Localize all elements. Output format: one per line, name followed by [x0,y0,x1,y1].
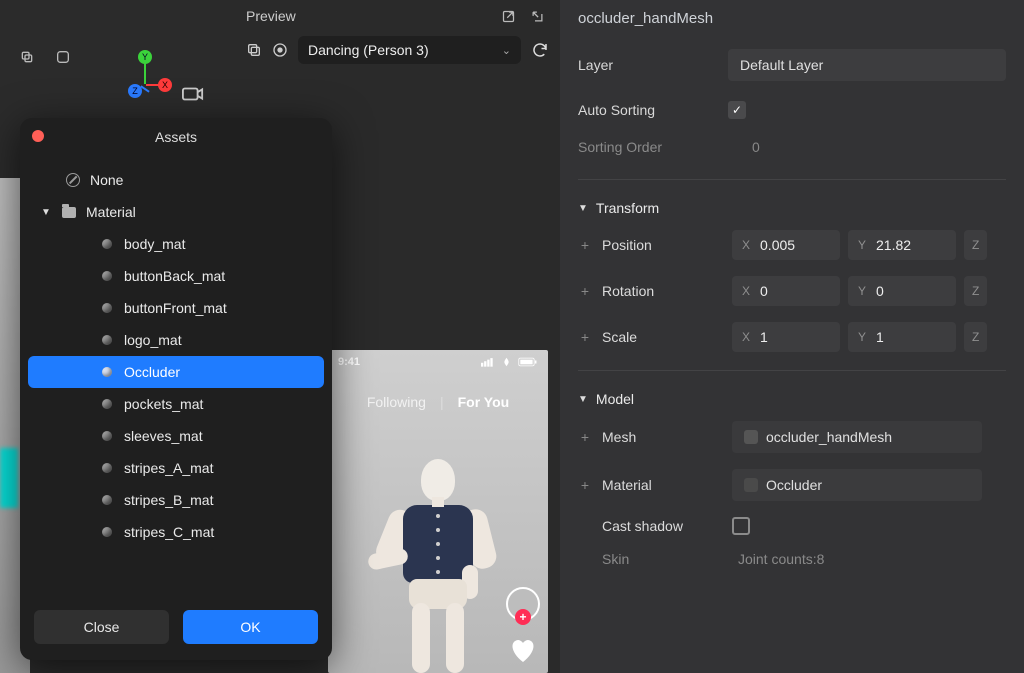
material-field[interactable]: Occluder [732,469,982,501]
assets-title: Assets [155,129,197,145]
selection-icon[interactable] [54,48,72,66]
material-label: Material [602,477,722,493]
layer-select[interactable]: Default Layer [728,49,1006,81]
mesh-label: Mesh [602,429,722,445]
material-dot-icon [100,431,114,441]
model-section-header[interactable]: ▼ Model [560,381,1024,413]
add-position-icon[interactable]: + [578,237,592,253]
popout-icon[interactable] [501,9,516,24]
mesh-icon [744,430,758,444]
assets-item-stripes_b_mat[interactable]: stripes_B_mat [20,484,332,516]
assets-item-buttonfront_mat[interactable]: buttonFront_mat [20,292,332,324]
copy-icon[interactable] [246,42,262,58]
inspector-object-name: occluder_handMesh [560,0,1024,35]
like-heart-icon[interactable] [508,635,538,665]
preview-animation-select[interactable]: Dancing (Person 3) ⌄ [298,36,521,64]
record-icon[interactable] [272,42,288,58]
assets-item-none[interactable]: None [20,164,332,196]
material-dot-icon [100,303,114,313]
assets-item-logo_mat[interactable]: logo_mat [20,324,332,356]
assets-item-buttonback_mat[interactable]: buttonBack_mat [20,260,332,292]
assets-group-material[interactable]: ▼Material [20,196,332,228]
transform-section-header[interactable]: ▼ Transform [560,190,1024,222]
cast-shadow-checkbox[interactable] [732,517,750,535]
phone-avatar[interactable]: + [506,587,540,621]
position-y-input[interactable]: Y21.82 [848,230,956,260]
assets-item-pockets_mat[interactable]: pockets_mat [20,388,332,420]
add-scale-icon[interactable]: + [578,329,592,345]
material-dot-icon [100,239,114,249]
assets-modal: Assets None▼Materialbody_matbuttonBack_m… [20,118,332,660]
assets-item-stripes_c_mat[interactable]: stripes_C_mat [20,516,332,548]
export-icon[interactable] [530,9,545,24]
caret-down-icon: ▼ [40,207,52,218]
material-dot-icon [100,399,114,409]
scale-y-input[interactable]: Y1 [848,322,956,352]
rotation-x-input[interactable]: X0 [732,276,840,306]
position-x-input[interactable]: X0.005 [732,230,840,260]
layers-icon[interactable] [18,48,36,66]
position-z-input[interactable]: Z [964,230,987,260]
phone-tab-following[interactable]: Following [367,394,426,410]
auto-sorting-label: Auto Sorting [578,102,728,118]
chevron-down-icon: ⌄ [502,44,511,57]
mesh-field[interactable]: occluder_handMesh [732,421,982,453]
refresh-icon[interactable] [531,41,549,59]
add-rotation-icon[interactable]: + [578,283,592,299]
cast-shadow-label: Cast shadow [602,518,722,534]
assets-item-sleeves_mat[interactable]: sleeves_mat [20,420,332,452]
phone-preview: 9:41 Following | For You + [328,350,548,673]
preview-animation-value: Dancing (Person 3) [308,42,429,58]
close-button[interactable]: Close [34,610,169,644]
material-dot-icon [100,271,114,281]
position-label: Position [602,237,722,253]
camera-icon[interactable] [182,86,204,102]
material-dot-icon [100,495,114,505]
material-dot-icon [100,527,114,537]
caret-down-icon: ▼ [578,203,588,214]
caret-down-icon: ▼ [578,394,588,405]
scale-x-input[interactable]: X1 [732,322,840,352]
rotation-label: Rotation [602,283,722,299]
folder-icon [62,207,76,218]
rotation-y-input[interactable]: Y0 [848,276,956,306]
assets-item-body_mat[interactable]: body_mat [20,228,332,260]
phone-tab-foryou[interactable]: For You [458,394,510,410]
add-material-icon[interactable]: + [578,477,592,493]
material-dot-icon [100,463,114,473]
none-icon [66,173,80,187]
close-icon[interactable] [32,130,44,142]
material-icon [744,478,758,492]
scale-z-input[interactable]: Z [964,322,987,352]
skin-value: Joint counts:8 [732,551,824,567]
material-dot-icon [100,367,114,377]
ok-button[interactable]: OK [183,610,318,644]
assets-item-occluder[interactable]: Occluder [28,356,324,388]
add-mesh-icon[interactable]: + [578,429,592,445]
sorting-order-value: 0 [728,139,1006,155]
layer-label: Layer [578,57,728,73]
auto-sorting-checkbox[interactable]: ✓ [728,101,746,119]
follow-plus-icon[interactable]: + [515,609,531,625]
scale-label: Scale [602,329,722,345]
phone-time: 9:41 [338,356,360,368]
assets-item-stripes_a_mat[interactable]: stripes_A_mat [20,452,332,484]
orientation-gizmo[interactable]: YXZ [110,50,170,110]
rotation-z-input[interactable]: Z [964,276,987,306]
material-dot-icon [100,335,114,345]
mannequin-figure [368,453,508,673]
preview-title: Preview [246,8,296,24]
inspector-panel: occluder_handMesh Layer Default Layer Au… [560,0,1024,673]
sorting-order-label: Sorting Order [578,139,728,155]
skin-label: Skin [602,551,722,567]
